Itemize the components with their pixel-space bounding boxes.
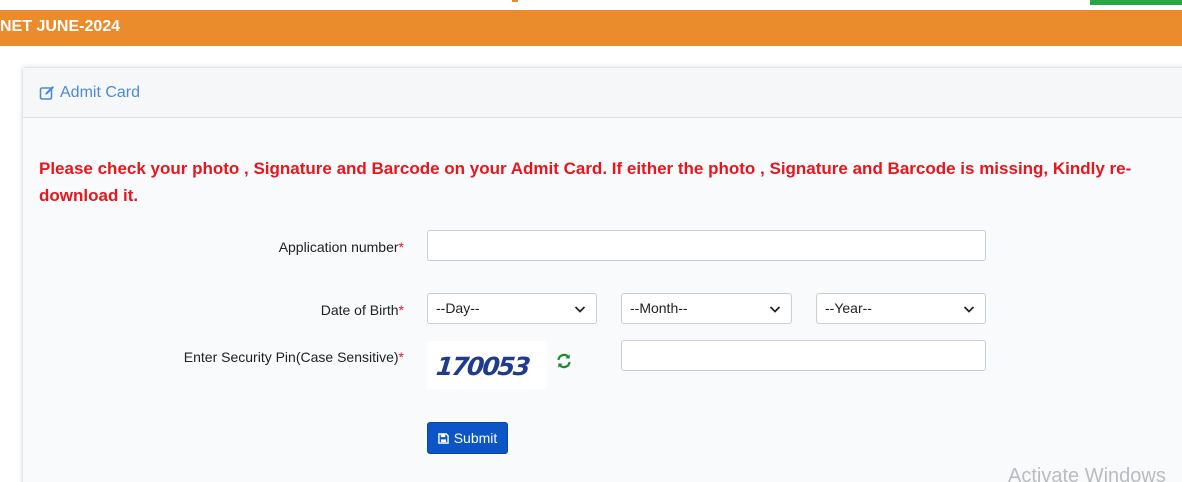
edit-icon [39,85,55,101]
save-icon [437,432,449,444]
captcha-text: 170053 [435,352,531,381]
submit-label: Submit [453,430,498,446]
dob-label-wrap: Date of Birth* [23,302,404,322]
dob-month-select[interactable]: --Month-- [621,293,792,324]
security-pin-label: Enter Security Pin(Case Sensitive)* [183,349,404,365]
top-strip-green-chip [1090,0,1182,5]
card-header: Admit Card [23,68,1182,118]
application-number-label-wrap: Application number* [23,239,404,259]
top-strip [0,0,1182,10]
dob-label: Date of Birth* [320,302,404,318]
activate-windows-watermark: Activate Windows [1008,465,1166,482]
dob-year-value: --Year-- [825,300,872,316]
chevron-down-icon [574,306,586,313]
security-pin-label-wrap: Enter Security Pin(Case Sensitive)* [23,349,404,369]
exam-banner: NET JUNE-2024 [0,10,1182,46]
refresh-icon[interactable] [556,353,572,369]
dob-day-select[interactable]: --Day-- [427,293,597,324]
submit-button[interactable]: Submit [427,422,508,454]
application-number-input[interactable] [427,230,986,261]
dob-day-value: --Day-- [436,300,480,316]
top-strip-fragment [512,0,518,2]
chevron-down-icon [963,306,975,313]
page: NET JUNE-2024 Admit Card Please check yo… [0,0,1182,482]
dob-year-select[interactable]: --Year-- [816,293,986,324]
security-pin-input[interactable] [621,340,986,371]
application-number-label: Application number* [278,239,404,255]
admit-card-panel: Admit Card Please check your photo , Sig… [22,67,1182,482]
captcha-image: 170053 [427,341,547,389]
card-header-title: Admit Card [60,83,141,101]
chevron-down-icon [769,306,781,313]
exam-title: NET JUNE-2024 [0,18,121,35]
dob-month-value: --Month-- [630,300,688,316]
admit-card-notice: Please check your photo , Signature and … [39,159,1132,205]
